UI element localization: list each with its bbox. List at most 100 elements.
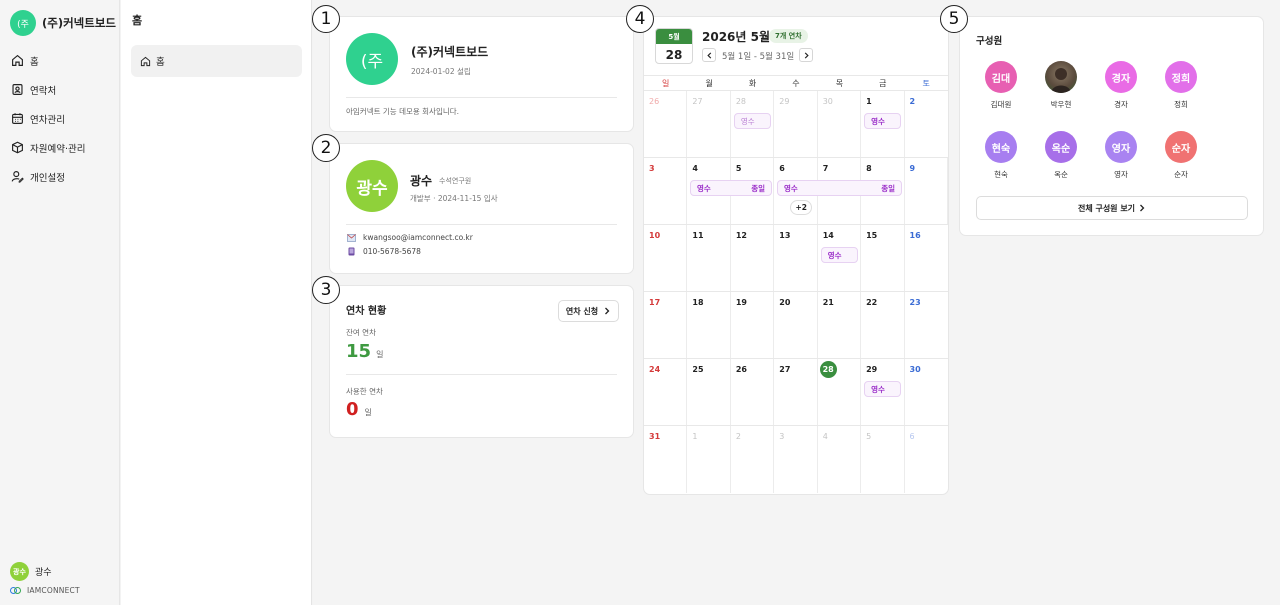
prev-month-button[interactable] [702, 48, 716, 62]
member-item[interactable]: 정희 정희 [1156, 61, 1206, 110]
sidebar-item-home[interactable]: 홈 [0, 46, 119, 75]
calendar-day[interactable]: 22 [861, 292, 905, 358]
calendar-day[interactable]: 25 [687, 359, 731, 425]
calendar-day[interactable]: 3 [644, 158, 688, 224]
day-number: 22 [866, 298, 878, 307]
calendar-day[interactable]: 23 [905, 292, 948, 358]
brand[interactable]: (주 (주)커넥트보드 [0, 0, 119, 46]
calendar-day[interactable]: 30 [818, 91, 862, 157]
calendar-day[interactable]: 28 영수 [731, 91, 775, 157]
calendar-day[interactable]: 6 [905, 426, 948, 493]
member-item[interactable]: 옥순 옥순 [1036, 131, 1086, 180]
calendar-day[interactable]: 27 [687, 91, 731, 157]
day-number: 3 [649, 164, 655, 173]
calendar-icon [12, 113, 23, 124]
member-name: 영자 [1114, 170, 1128, 179]
calendar-day[interactable]: 12 [731, 225, 775, 291]
leave-event[interactable]: 영수 [864, 113, 902, 129]
chevron-right-icon [1140, 204, 1145, 212]
calendar-day-today[interactable]: 28 [818, 359, 862, 425]
sidebar-item-leave[interactable]: 연차관리 [0, 104, 119, 133]
calendar-week: 3 4 5 6 +2 7 8 9 영수 종일 영수 종일 [644, 158, 948, 225]
member-item[interactable]: 박우현 [1036, 61, 1086, 110]
day-number: 10 [649, 231, 661, 240]
avatar: 김대 [985, 61, 1017, 93]
current-user[interactable]: 광수 광수 [10, 562, 52, 581]
calendar-day[interactable]: 1 [687, 426, 731, 493]
weekday-label: 일 [662, 78, 670, 88]
day-number: 3 [779, 432, 785, 441]
calendar-day[interactable]: 26 [644, 91, 688, 157]
calendar-day[interactable]: 21 [818, 292, 862, 358]
user-name: 광수 [35, 568, 52, 578]
calendar-day[interactable]: 26 [731, 359, 775, 425]
today-badge: 5월 28 [655, 28, 693, 64]
member-item[interactable]: 김대 김대원 [976, 61, 1026, 110]
day-number: 30 [909, 365, 921, 374]
sidebar-item-label: 개인설정 [30, 172, 65, 184]
calendar-day[interactable]: 29 영수 [861, 359, 905, 425]
leave-event[interactable]: 영수 종일 [690, 180, 772, 196]
leave-event[interactable]: 영수 종일 [777, 180, 902, 196]
calendar-day[interactable]: 27 [774, 359, 818, 425]
calendar-day[interactable]: 9 [905, 158, 948, 224]
sidebar-item-resources[interactable]: 자원예약·관리 [0, 133, 119, 162]
iamconnect-logo-icon [10, 586, 22, 595]
member-item[interactable]: 영자 영자 [1096, 131, 1146, 180]
profile-phone-row[interactable]: 010-5678-5678 [347, 247, 421, 256]
profile-email-row[interactable]: kwangsoo@iamconnect.co.kr [347, 233, 473, 242]
calendar-day[interactable]: 24 [644, 359, 688, 425]
leave-event[interactable]: 영수 [864, 381, 902, 397]
company-description: 아임커넥트 기능 데모용 회사입니다. [346, 107, 460, 116]
leave-event[interactable]: 영수 [820, 247, 858, 263]
home-icon [140, 56, 151, 66]
calendar-day[interactable]: 13 [774, 225, 818, 291]
leave-event[interactable]: 영수 [733, 113, 771, 129]
calendar-day[interactable]: 31 [644, 426, 688, 493]
calendar-day[interactable]: 30 [905, 359, 948, 425]
calendar-day[interactable]: 18 [687, 292, 731, 358]
sidebar-item-contacts[interactable]: 연락처 [0, 75, 119, 104]
calendar-day[interactable]: 4 [818, 426, 862, 493]
day-number: 9 [909, 164, 916, 173]
calendar-day[interactable]: 11 [687, 225, 731, 291]
today-badge-month: 5월 [656, 29, 692, 44]
calendar-day[interactable]: 10 [644, 225, 688, 291]
apply-leave-button[interactable]: 연차 신청 [558, 300, 619, 322]
company-footer-label: IAMCONNECT [27, 586, 80, 595]
calendar-day[interactable]: 16 [905, 225, 948, 291]
page-title: 홈 [132, 14, 143, 27]
calendar-day[interactable]: 14 영수 [818, 225, 862, 291]
box-icon [12, 141, 23, 154]
calendar-day[interactable]: 2 [905, 91, 948, 157]
marker-2: 2 [312, 134, 340, 162]
calendar-day[interactable]: 3 [774, 426, 818, 493]
calendar-day[interactable]: 20 [774, 292, 818, 358]
day-number: 28 [735, 97, 747, 106]
marker-1: 1 [312, 5, 340, 33]
view-all-members-button[interactable]: 전체 구성원 보기 [976, 196, 1248, 220]
sidebar-item-settings[interactable]: 개인설정 [0, 162, 119, 191]
calendar-day[interactable]: 2 [731, 426, 775, 493]
today-marker: 28 [819, 361, 837, 378]
subnav-item-home[interactable]: 홈 [131, 45, 302, 77]
next-month-button[interactable] [799, 48, 813, 62]
marker-4: 4 [626, 5, 654, 33]
calendar-day[interactable]: 19 [731, 292, 775, 358]
member-item[interactable]: 경자 경자 [1096, 61, 1146, 110]
calendar-day[interactable]: 15 [861, 225, 905, 291]
calendar-day[interactable]: 5 [861, 426, 905, 493]
calendar-day[interactable]: 29 [774, 91, 818, 157]
more-events-button[interactable]: +2 [790, 200, 813, 215]
member-item[interactable]: 현숙 현숙 [976, 131, 1026, 180]
leave-event-duration: 종일 [881, 183, 895, 193]
chevron-right-icon [804, 51, 809, 59]
calendar-day[interactable]: 17 [644, 292, 688, 358]
member-item[interactable]: 순자 순자 [1156, 131, 1206, 180]
member-name: 박우현 [1050, 100, 1072, 109]
day-number: 29 [779, 97, 790, 106]
calendar-day[interactable]: 1 영수 [861, 91, 905, 157]
calendar-week: 24 25 26 27 28 29 영수 30 [644, 359, 948, 426]
sidebar-item-label: 홈 [30, 56, 39, 68]
members-card: 구성원 김대 김대원 박우현 경자 경자 정희 정희 현숙 현숙 옥순 옥순 영… [959, 16, 1264, 236]
